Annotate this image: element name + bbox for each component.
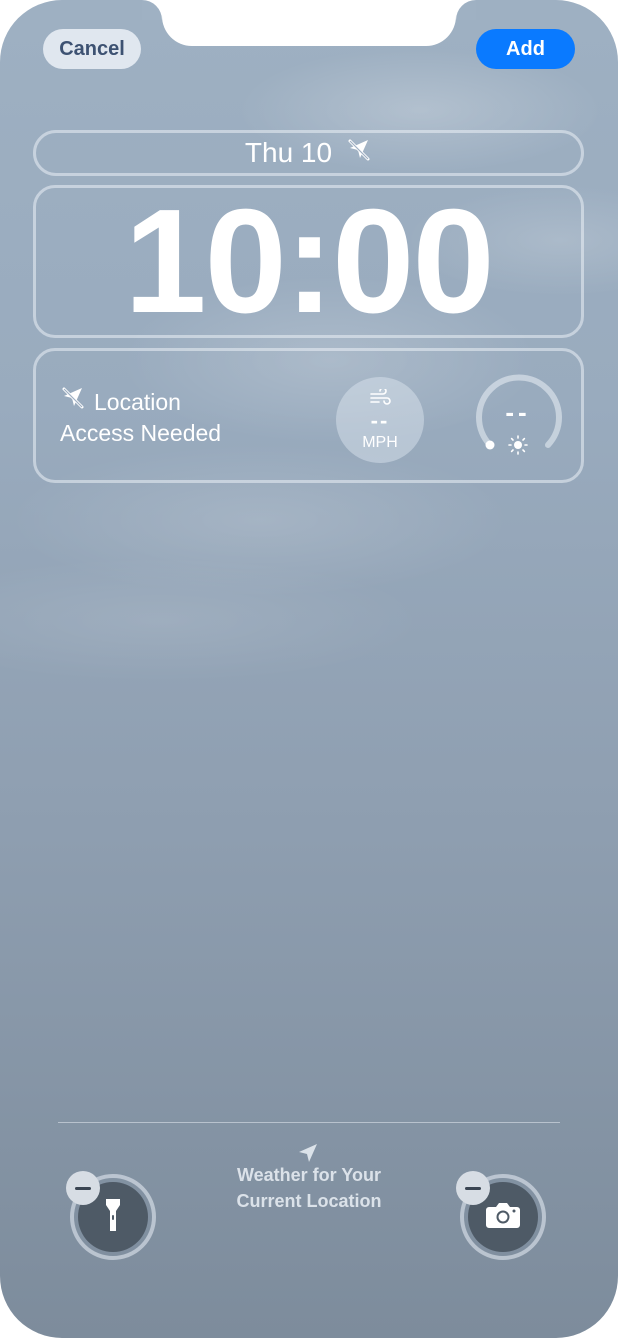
uv-value: --	[505, 397, 531, 427]
location-label: Location	[94, 388, 181, 415]
notch-corner-left	[142, 0, 162, 20]
location-off-icon	[346, 137, 372, 170]
location-access-widget[interactable]: Location Access Needed	[60, 385, 221, 448]
hint-line-2: Current Location	[236, 1191, 382, 1211]
access-needed-label: Access Needed	[60, 420, 222, 446]
add-button[interactable]: Add	[476, 29, 575, 69]
wind-unit: MPH	[362, 433, 398, 451]
remove-flashlight-button[interactable]	[66, 1171, 100, 1205]
location-off-icon	[60, 385, 86, 418]
remove-camera-button[interactable]	[456, 1171, 490, 1205]
weather-location-hint: Weather for Your Current Location	[199, 1140, 419, 1214]
camera-icon	[485, 1201, 521, 1233]
device-notch	[162, 0, 456, 46]
clock-time: 10:00	[124, 178, 495, 344]
widgets-frame[interactable]: Location Access Needed -- MPH --	[33, 348, 584, 483]
lockscreen-editor: Cancel Add Thu 10 10:00 Location Access …	[0, 0, 618, 1338]
wind-widget[interactable]: -- MPH	[336, 377, 424, 463]
cancel-button[interactable]: Cancel	[43, 29, 141, 69]
flashlight-icon	[103, 1198, 123, 1236]
uv-gauge-widget[interactable]: --	[472, 373, 564, 465]
date-widget-frame[interactable]: Thu 10	[33, 130, 584, 176]
wind-value: --	[370, 407, 390, 433]
hint-line-1: Weather for Your	[236, 1165, 382, 1185]
date-label: Thu 10	[244, 137, 333, 168]
time-frame[interactable]: 10:00	[33, 178, 584, 344]
divider	[58, 1122, 560, 1123]
notch-corner-right	[456, 0, 476, 20]
sun-icon	[508, 435, 528, 459]
